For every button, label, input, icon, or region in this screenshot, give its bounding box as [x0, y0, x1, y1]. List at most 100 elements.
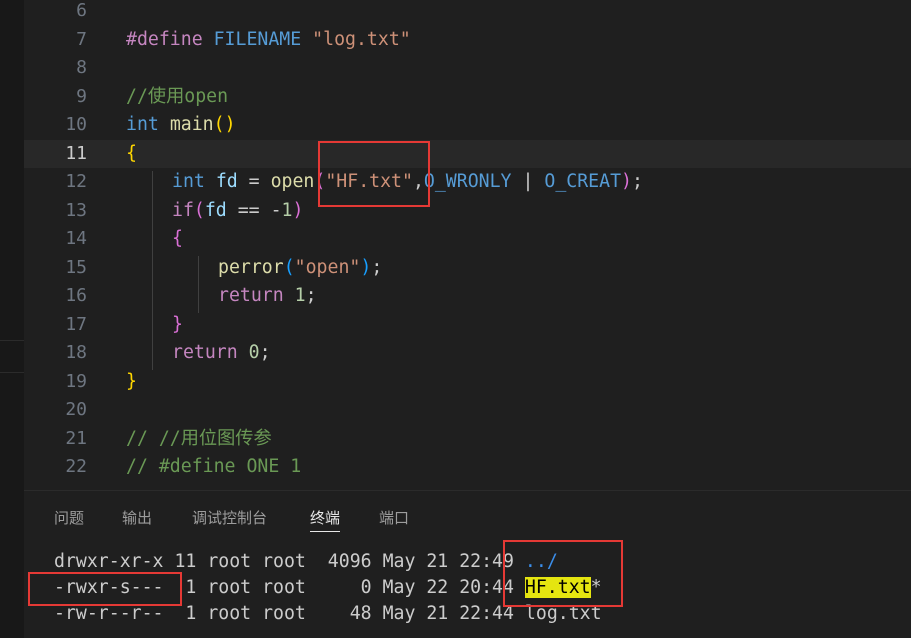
file-perms: drwxr-xr-x [54, 551, 164, 572]
code-line[interactable]: 14 { [24, 225, 911, 254]
file-size: 0 [360, 577, 372, 598]
code-line[interactable]: 7 #define FILENAME "log.txt" [24, 26, 911, 55]
token: ( [193, 199, 205, 221]
code-line[interactable]: 6 [24, 0, 911, 26]
token: == - [226, 199, 282, 221]
line-code: } [126, 368, 137, 397]
file-group: root [262, 551, 306, 572]
token: ; [259, 342, 271, 363]
file-date: May 21 22:44 [382, 603, 514, 624]
line-code: #define FILENAME "log.txt" [126, 26, 411, 55]
token: ; [305, 285, 317, 306]
token: FILENAME [202, 28, 302, 50]
token: int [172, 171, 205, 192]
tab-debug-console[interactable]: 调试控制台 [192, 507, 267, 531]
code-line[interactable]: 16 return 1; [24, 282, 911, 311]
code-line[interactable]: 10 int main() [24, 111, 911, 140]
line-code: //使用open [126, 83, 228, 112]
token: ) [292, 199, 304, 221]
line-number: 13 [65, 199, 87, 221]
annotation-box-file [503, 540, 623, 607]
token: O_WRONLY [423, 171, 512, 192]
line-number: 14 [65, 228, 87, 249]
line-number: 7 [76, 28, 87, 50]
token: //使用open [126, 85, 229, 107]
line-number: 12 [65, 171, 87, 192]
token: ( [283, 256, 295, 278]
token: return [218, 285, 284, 306]
code-line[interactable]: 13 if(fd == -1) [24, 197, 911, 226]
annotation-box-permissions [28, 572, 182, 606]
code-line[interactable]: 18 return 0; [24, 339, 911, 368]
code-line[interactable]: 8 [24, 54, 911, 83]
code-editor[interactable]: 6 7 #define FILENAME "log.txt" 8 9 //使用o… [24, 0, 911, 490]
token: () [213, 114, 236, 135]
code-line[interactable]: 17 } [24, 311, 911, 340]
code-line[interactable]: 15 perror("open"); [24, 254, 911, 283]
token: if [172, 199, 194, 221]
line-number: 22 [65, 456, 87, 477]
token: main [169, 114, 214, 135]
vscode-window: 6 7 #define FILENAME "log.txt" 8 9 //使用o… [0, 0, 911, 638]
line-code: // #define ONE 1 [126, 453, 301, 482]
line-code: return 1; [218, 282, 317, 311]
token: ; [631, 171, 643, 192]
line-number: 8 [76, 57, 87, 78]
line-code: perror("open"); [218, 254, 382, 283]
bottom-panel: 问题 输出 调试控制台 终端 端口 drwxr-xr-x 1 1 root roo… [24, 490, 911, 638]
code-line[interactable]: 9 //使用open [24, 83, 911, 112]
token: O_CREAT [544, 171, 622, 192]
code-line[interactable]: 19 } [24, 368, 911, 397]
token: // #define ONE 1 [126, 456, 302, 477]
tab-problems[interactable]: 问题 [54, 507, 84, 531]
tab-output[interactable]: 输出 [122, 507, 152, 531]
file-perms: -rw-r--r-- [54, 603, 164, 624]
line-code: { [126, 140, 137, 169]
token: perror [218, 256, 284, 278]
file-group: root [262, 603, 306, 624]
code-line-current[interactable]: 11 { [24, 139, 911, 169]
tab-ports[interactable]: 端口 [379, 507, 409, 531]
file-owner: root [207, 551, 252, 572]
tab-terminal[interactable]: 终端 [310, 507, 341, 532]
line-number: 9 [76, 85, 87, 107]
token: | [511, 171, 545, 192]
line-number: 11 [65, 142, 87, 164]
line-number: 19 [65, 370, 87, 392]
token: fd [215, 171, 238, 192]
file-links: 1 [185, 603, 197, 624]
activity-bar [0, 0, 24, 638]
line-number: 10 [65, 114, 87, 135]
file-size: 48 [349, 603, 372, 624]
line-number: 20 [65, 399, 87, 420]
token: #define [126, 28, 203, 50]
token: // //用位图传参 [126, 427, 272, 449]
token: "open" [294, 256, 361, 278]
file-date: May 22 20:44 [382, 577, 514, 598]
code-line[interactable]: 20 [24, 396, 911, 425]
code-line[interactable]: 21 // //用位图传参 [24, 425, 911, 454]
code-line[interactable]: 22 // #define ONE 1 [24, 453, 911, 482]
token: 1 [281, 199, 293, 221]
file-owner: root [207, 603, 252, 624]
token: ) [360, 256, 372, 278]
code-line[interactable]: 12 int fd = open("HF.txt",O_WRONLY | O_C… [24, 168, 911, 197]
token: = [237, 171, 271, 192]
file-size: 4096 [327, 551, 372, 572]
file-owner: root [207, 577, 252, 598]
file-links: 1 [185, 577, 197, 598]
annotation-box-filename [318, 141, 430, 207]
token: return [172, 342, 238, 363]
line-code: return 0; [172, 339, 271, 368]
activity-separator [0, 372, 24, 373]
token: int [126, 114, 159, 135]
activity-separator [0, 340, 24, 341]
line-number: 6 [76, 0, 87, 21]
file-date: May 21 22:49 [382, 551, 514, 572]
token: "log.txt" [312, 28, 411, 50]
